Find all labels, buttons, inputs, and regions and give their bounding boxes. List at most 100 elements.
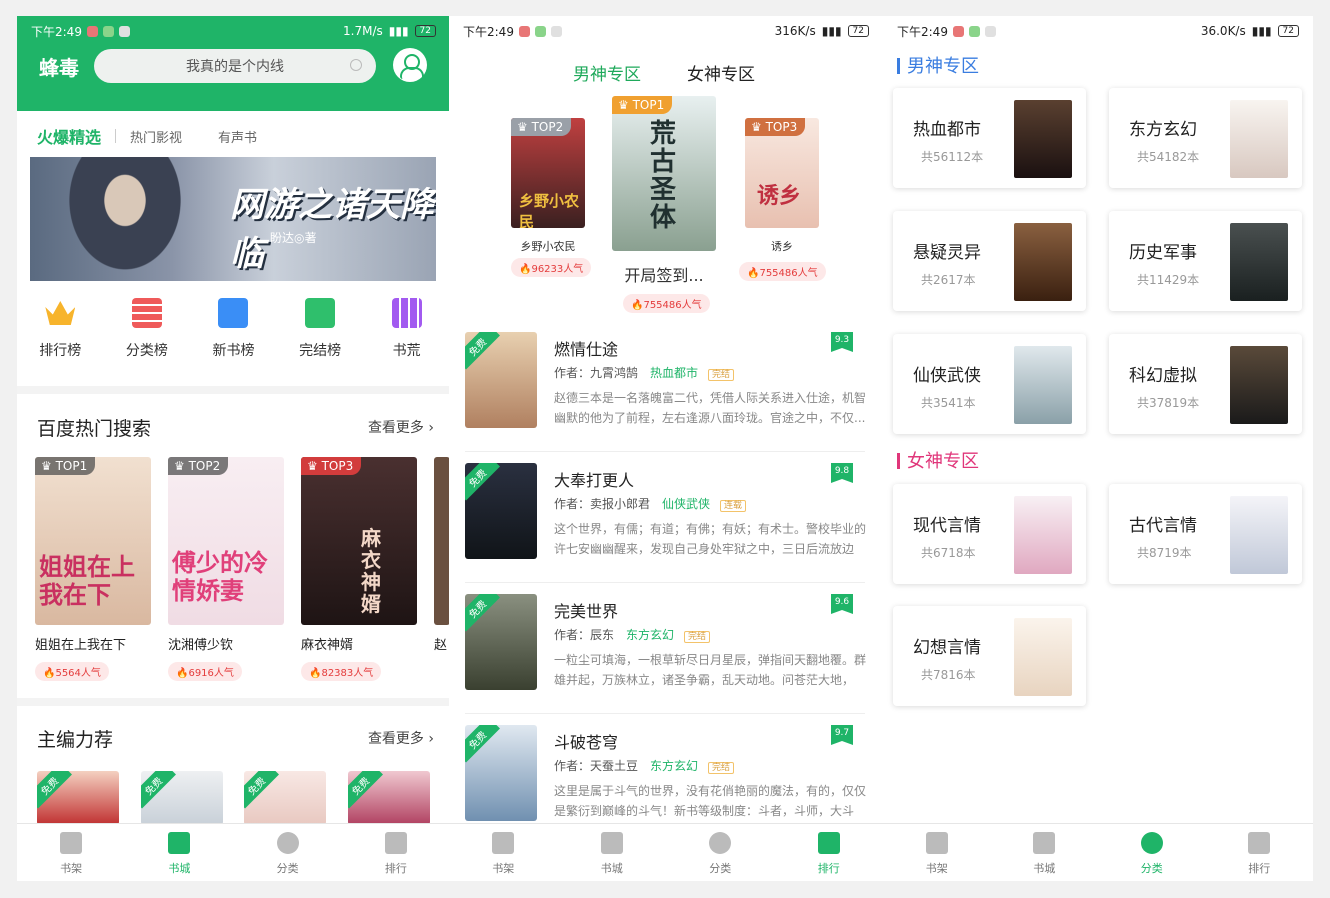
- app-notify-icon: [952, 25, 964, 37]
- genre-name: 现代言情: [913, 516, 981, 536]
- bookmark-book-icon: [168, 832, 191, 854]
- rank-text: TOP2: [531, 120, 564, 134]
- user-avatar-icon[interactable]: [393, 48, 427, 82]
- nav-ranking[interactable]: 排行: [1206, 824, 1314, 881]
- shortcut-category[interactable]: 分类榜: [107, 298, 187, 360]
- book-genre: 仙侠武侠: [662, 497, 711, 511]
- hot-book-title[interactable]: 沈湘傅少钦: [168, 634, 233, 653]
- pop-text: 755486人气: [759, 268, 818, 279]
- bottom-nav: 书架 书城 分类 排行: [17, 823, 450, 881]
- nav-ranking[interactable]: 排行: [775, 824, 884, 881]
- free-badge: 免费: [244, 771, 279, 809]
- hot-book-cover-1[interactable]: ♛ TOP1 姐姐在上我在下: [35, 457, 151, 625]
- editor-book-cover[interactable]: 免费: [141, 771, 223, 825]
- editor-book-cover[interactable]: 免费: [37, 771, 119, 825]
- shortcut-finished[interactable]: 完结榜: [280, 298, 360, 360]
- score-badge: 9.8: [831, 463, 853, 483]
- net-speed: 36.0K/s: [1200, 24, 1246, 38]
- shortcut-shortage[interactable]: 书荒: [367, 298, 447, 360]
- tab-female-zone[interactable]: 女神专区: [687, 60, 755, 85]
- editor-more-link[interactable]: 查看更多 ›: [368, 728, 434, 748]
- hot-book-title[interactable]: 赵: [434, 634, 447, 653]
- tab-male-zone[interactable]: 男神专区: [573, 60, 641, 85]
- free-badge: 免费: [348, 771, 383, 809]
- editor-book-cover[interactable]: 免费: [244, 771, 326, 825]
- banner-character: [60, 157, 190, 281]
- nav-bookshelf[interactable]: 书架: [883, 824, 991, 881]
- hot-book-title[interactable]: 姐姐在上我在下: [35, 634, 126, 653]
- genre-card-modern-romance[interactable]: 现代言情 共6718本: [893, 484, 1086, 584]
- genre-count: 共7816本: [921, 668, 976, 682]
- popularity-badge: 🔥755486人气: [623, 294, 710, 313]
- nav-ranking[interactable]: 排行: [342, 824, 450, 881]
- rank-badge: ♛ TOP2: [511, 118, 572, 136]
- tab-hot[interactable]: 火爆精选: [37, 124, 101, 148]
- top1-cover[interactable]: ♛ TOP1 荒古圣体: [612, 96, 716, 251]
- tab-movies[interactable]: 热门影视: [130, 127, 182, 146]
- male-zone-title: 男神专区: [897, 52, 979, 78]
- battery-icon: 72: [414, 25, 436, 37]
- hot-book-cover-2[interactable]: ♛ TOP2 傅少的冷情娇妻: [168, 457, 284, 625]
- genre-count: 共56112本: [921, 150, 984, 164]
- score-badge: 9.6: [831, 594, 853, 614]
- genre-card-xianxia[interactable]: 仙侠武侠 共3541本: [893, 334, 1086, 434]
- genre-card-history[interactable]: 历史军事 共11429本: [1109, 211, 1302, 311]
- nav-category[interactable]: 分类: [1098, 824, 1206, 881]
- trophy-icon: [817, 832, 840, 854]
- genre-card-fantasy-romance[interactable]: 幻想言情 共7816本: [893, 606, 1086, 706]
- nav-bookshelf[interactable]: 书架: [17, 824, 125, 881]
- book-list-item[interactable]: 免费 完美世界 作者：辰东 东方玄幻 完结 一粒尘可填海，一根草斩尽日月星辰，弹指间…: [465, 594, 866, 714]
- book-desc: 一粒尘可填海，一根草斩尽日月星辰，弹指间天翻地覆。群雄并起，万族林立，诸圣争霸，…: [554, 653, 866, 687]
- net-speed: 316K/s: [774, 24, 816, 38]
- genre-card-ancient-romance[interactable]: 古代言情 共8719本: [1109, 484, 1302, 584]
- book-list-item[interactable]: 免费 大奉打更人 作者：卖报小郎君 仙侠武侠 连载 这个世界，有儒；有道；有佛；有妖…: [465, 463, 866, 583]
- cover-title: 诱乡: [757, 184, 802, 209]
- search-placeholder: 我真的是个内线: [186, 59, 284, 75]
- promo-banner[interactable]: 网游之诸天降临 盼达◎著: [30, 157, 436, 281]
- top2-cover[interactable]: ♛ TOP2 乡野小农民: [511, 118, 585, 228]
- genre-name: 历史军事: [1129, 243, 1197, 263]
- hot-more-link[interactable]: 查看更多 ›: [368, 417, 434, 437]
- genre-card-urban[interactable]: 热血都市 共56112本: [893, 88, 1086, 188]
- category-shortcuts: 排行榜 分类榜 新书榜 完结榜 书荒: [17, 298, 450, 360]
- nav-category[interactable]: 分类: [666, 824, 775, 881]
- genre-card-scifi[interactable]: 科幻虚拟 共37819本: [1109, 334, 1302, 434]
- bookshelf-icon: [492, 832, 515, 854]
- more-label: 查看更多: [367, 420, 424, 436]
- cover-title: 荒古圣体: [650, 119, 677, 233]
- tab-audio[interactable]: 有声书: [218, 127, 257, 146]
- search-input[interactable]: 我真的是个内线: [94, 49, 376, 83]
- top1-title[interactable]: 开局签到...: [599, 262, 729, 286]
- more-label: 查看更多: [367, 731, 424, 747]
- shortcut-ranking[interactable]: 排行榜: [20, 298, 100, 360]
- editor-book-cover[interactable]: 免费: [348, 771, 430, 825]
- divider: [17, 386, 450, 394]
- top3-title[interactable]: 诱乡: [745, 238, 819, 254]
- pop-text: 755486人气: [643, 300, 702, 311]
- top2-title[interactable]: 乡野小农民: [511, 238, 585, 254]
- book-list-item[interactable]: 免费 燃情仕途 作者：九霄鸿鹄 热血都市 完结 赵德三本是一名落魄富二代，凭借人际关…: [465, 332, 866, 452]
- zone-title-text: 男神专区: [907, 56, 979, 77]
- nav-bookstore[interactable]: 书城: [991, 824, 1099, 881]
- notify-icon: [550, 25, 562, 37]
- book-cover: 免费: [465, 725, 537, 821]
- nav-bookshelf[interactable]: 书架: [449, 824, 558, 881]
- female-zone-title: 女神专区: [897, 447, 979, 473]
- zone-title-text: 女神专区: [907, 451, 979, 472]
- bottom-nav: 书架 书城 分类 排行: [449, 823, 883, 881]
- nav-bookstore[interactable]: 书城: [125, 824, 233, 881]
- top3-cover[interactable]: ♛ TOP3 诱乡: [745, 118, 819, 228]
- genre-card-fantasy[interactable]: 东方玄幻 共54182本: [1109, 88, 1302, 188]
- hot-book-cover-3[interactable]: ♛ TOP3 麻衣神婿: [301, 457, 417, 625]
- genre-card-mystery[interactable]: 悬疑灵异 共2617本: [893, 211, 1086, 311]
- nav-label: 书架: [60, 862, 83, 875]
- cover-title: 麻衣神婿: [361, 526, 381, 616]
- signal-icon: ▮▮▮: [388, 24, 409, 38]
- hot-book-title[interactable]: 麻衣神婿: [301, 634, 353, 653]
- book-status: 完结: [708, 369, 735, 381]
- nav-category[interactable]: 分类: [234, 824, 342, 881]
- hot-book-cover-4[interactable]: [434, 457, 450, 625]
- nav-label: 分类: [709, 862, 732, 875]
- shortcut-new[interactable]: 新书榜: [193, 298, 273, 360]
- nav-bookstore[interactable]: 书城: [558, 824, 667, 881]
